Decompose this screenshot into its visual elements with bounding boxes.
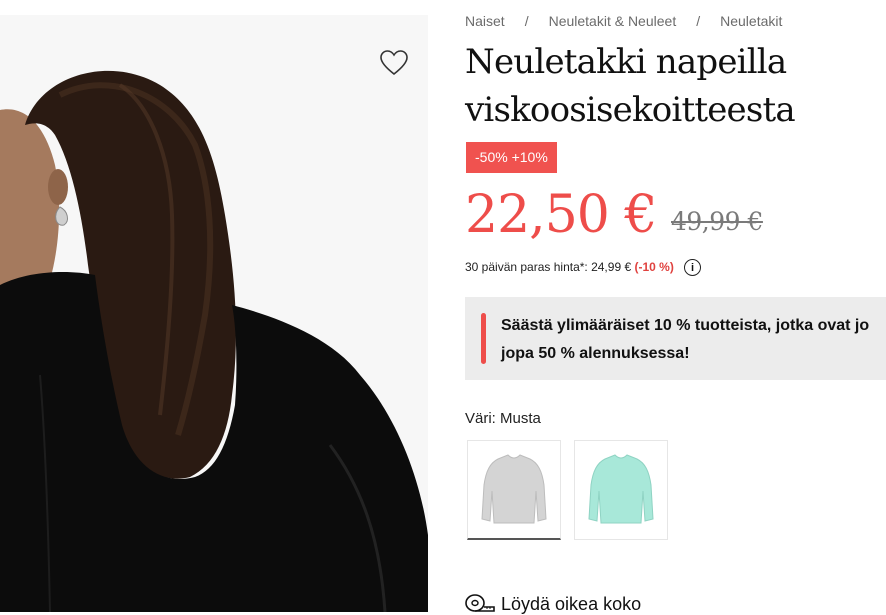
color-label: Väri: Musta bbox=[465, 410, 541, 427]
color-swatch-mint[interactable] bbox=[574, 440, 668, 540]
product-title: Neuletakki napeilla viskoosisekoitteesta bbox=[465, 42, 796, 130]
info-icon[interactable]: i bbox=[684, 259, 701, 276]
discount-badge: -50% +10% bbox=[466, 142, 557, 173]
promo-banner: Säästä ylimääräiset 10 % tuotteista, jot… bbox=[465, 297, 886, 380]
promo-accent-bar bbox=[481, 313, 486, 364]
lowest-price-text: 30 päivän paras hinta*: 24,99 € bbox=[465, 260, 632, 274]
original-price: 49,99 € bbox=[671, 207, 763, 236]
promo-text: Säästä ylimääräiset 10 % tuotteista, jot… bbox=[501, 317, 870, 362]
lowest-price-percent: (-10 %) bbox=[634, 260, 674, 274]
breadcrumb-separator: / bbox=[696, 13, 701, 29]
breadcrumb: Naiset / Neuletakit & Neuleet / Neuletakit bbox=[465, 13, 782, 29]
breadcrumb-separator: / bbox=[524, 13, 529, 29]
sweater-grey-thumbnail bbox=[481, 454, 547, 524]
color-swatch-grey[interactable] bbox=[467, 440, 561, 540]
breadcrumb-item-neuletakit[interactable]: Neuletakit bbox=[720, 13, 782, 29]
lowest-price-info: 30 päivän paras hinta*: 24,99 € (-10 %) bbox=[465, 260, 674, 274]
wishlist-button[interactable] bbox=[379, 49, 409, 77]
heart-icon bbox=[380, 50, 408, 76]
sweater-mint-thumbnail bbox=[588, 454, 654, 524]
tape-measure-icon bbox=[465, 594, 495, 612]
product-image[interactable] bbox=[0, 15, 428, 612]
breadcrumb-item-neuletakit-neuleet[interactable]: Neuletakit & Neuleet bbox=[549, 13, 677, 29]
breadcrumb-item-naiset[interactable]: Naiset bbox=[465, 13, 505, 29]
sale-price: 22,50 € bbox=[465, 185, 657, 245]
size-guide-label: Löydä oikea koko bbox=[501, 594, 642, 614]
